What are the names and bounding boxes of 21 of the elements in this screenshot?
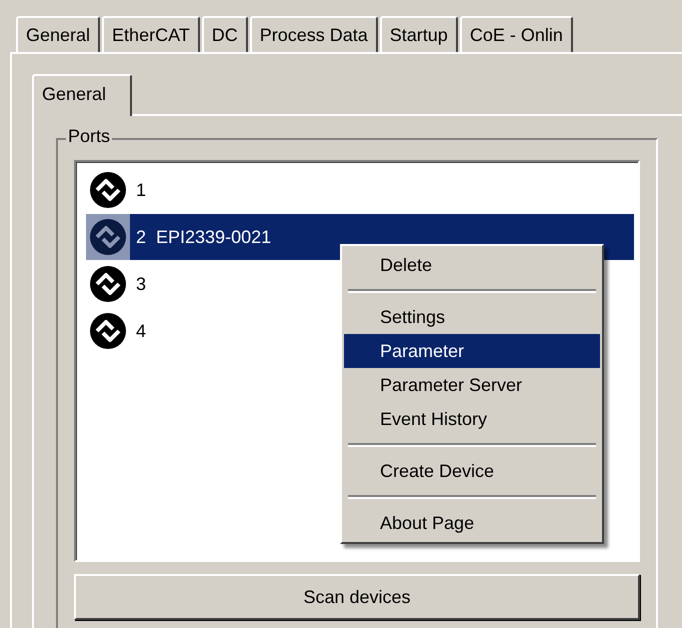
port-item[interactable]: 4 (130, 308, 152, 354)
port-item[interactable]: 3 (130, 260, 152, 306)
tab[interactable]: Process Data (250, 16, 378, 52)
port-icon (89, 312, 127, 350)
port-icon (89, 264, 127, 302)
tab[interactable]: DC (202, 16, 248, 52)
port-icon (89, 218, 127, 256)
menu-item[interactable]: Create Device (344, 454, 600, 488)
tab[interactable]: EtherCAT (102, 16, 200, 52)
port-item[interactable]: 1 (130, 166, 152, 212)
port-icon (89, 170, 127, 208)
menu-item[interactable]: Parameter (344, 334, 600, 368)
tab[interactable]: CoE - Onlin (460, 16, 573, 52)
menu-item[interactable]: Event History (344, 402, 600, 436)
menu-item[interactable]: Settings (344, 300, 600, 334)
tab[interactable]: Startup (380, 16, 458, 52)
menu-item[interactable]: Parameter Server (344, 368, 600, 402)
scan-devices-button[interactable]: Scan devices (74, 574, 640, 620)
tab[interactable]: General (16, 16, 100, 52)
tab[interactable]: General (32, 74, 132, 116)
menu-item[interactable]: About Page (344, 506, 600, 540)
